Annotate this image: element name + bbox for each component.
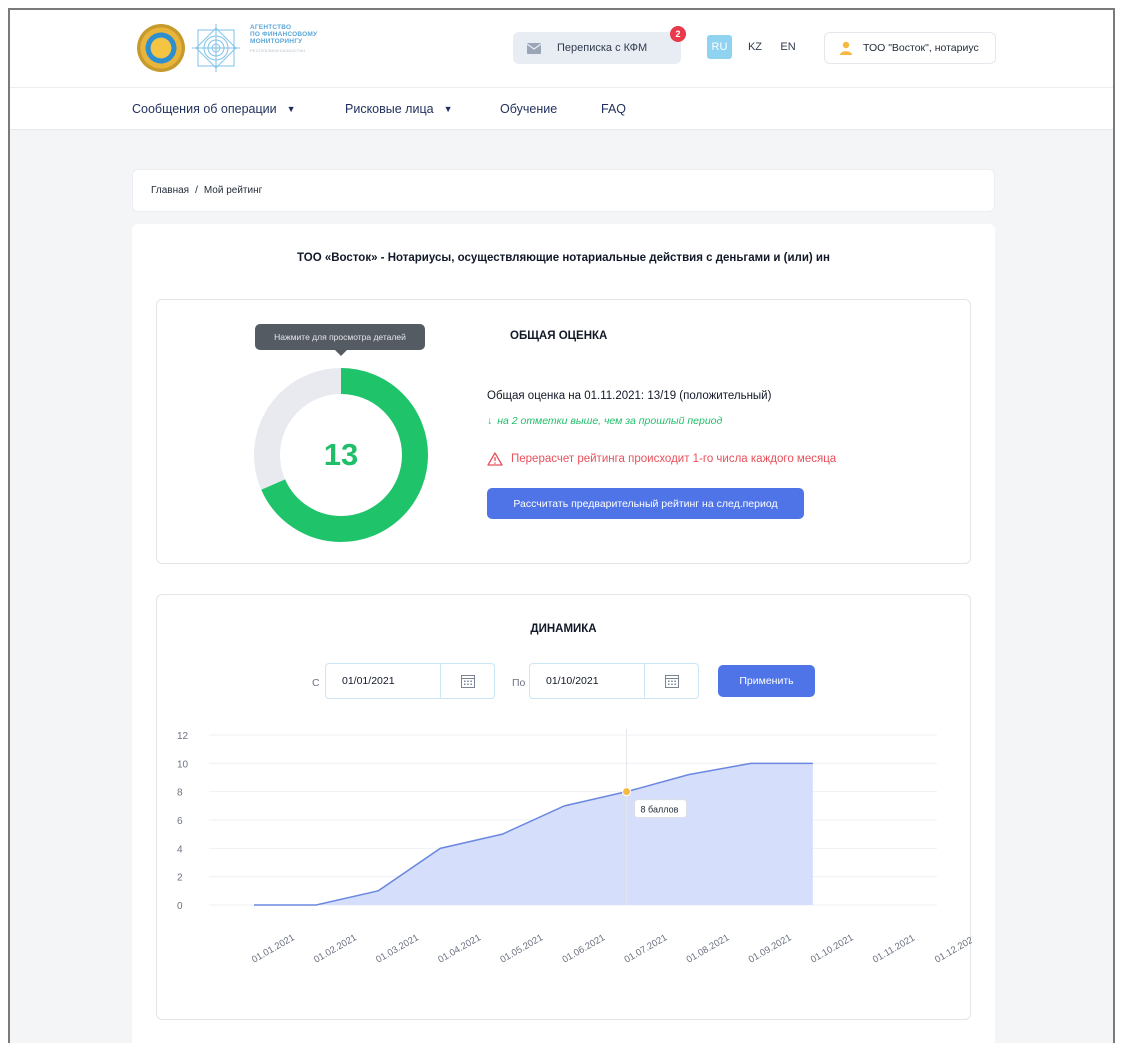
calendar-icon[interactable] (440, 664, 494, 698)
x-tick-label: 01.10.2021 (809, 932, 856, 965)
kfm-correspondence-button[interactable]: Переписка с КФМ (513, 32, 681, 64)
mail-icon (527, 42, 541, 54)
score-summary: Общая оценка на 01.11.2021: 13/19 (полож… (487, 390, 772, 402)
score-heading: ОБЩАЯ ОЦЕНКА (510, 330, 608, 342)
chevron-down-icon: ▼ (286, 104, 296, 114)
lang-en-button[interactable]: EN (776, 35, 800, 59)
y-tick-label: 10 (177, 759, 189, 770)
x-tick-label: 01.11.2021 (871, 933, 917, 966)
breadcrumb-home-link[interactable]: Главная (151, 185, 189, 196)
details-tooltip: Нажмите для просмотра деталей (255, 324, 425, 356)
date-from-value[interactable]: 01/01/2021 (326, 675, 440, 687)
calc-preliminary-rating-button[interactable]: Рассчитать предварительный рейтинг на сл… (487, 488, 804, 519)
warning-text: Перерасчет рейтинга происходит 1-го числ… (511, 453, 837, 465)
x-tick-label: 01.09.2021 (747, 932, 794, 965)
nav-item-operations[interactable]: Сообщения об операции ▼ (132, 102, 296, 116)
kfm-button-label: Переписка с КФМ (557, 42, 648, 54)
top-bar: АГЕНТСТВО ПО ФИНАНСОВОМУ МОНИТОРИНГУ РЕС… (10, 10, 1113, 88)
date-from-label: С (312, 677, 320, 689)
apply-button[interactable]: Применить (718, 665, 815, 697)
state-emblem-logo (137, 24, 185, 72)
x-tick-label: 01.03.2021 (374, 932, 421, 965)
kfm-unread-badge: 2 (670, 26, 686, 42)
rating-card: ТОО «Восток» - Нотариусы, осуществляющие… (132, 224, 995, 1043)
logo-text-line3: МОНИТОРИНГУ (250, 38, 303, 45)
y-tick-label: 4 (177, 844, 183, 855)
y-tick-label: 12 (177, 731, 189, 742)
date-from-field[interactable]: 01/01/2021 (325, 663, 495, 699)
warning-icon (487, 452, 503, 466)
calendar-icon[interactable] (644, 664, 698, 698)
nav-item-label: Обучение (500, 102, 558, 116)
logo-text-line2: ПО ФИНАНСОВОМУ (250, 31, 318, 38)
y-tick-label: 8 (177, 788, 183, 799)
x-tick-label: 01.07.2021 (623, 932, 670, 965)
x-tick-label: 01.06.2021 (560, 932, 607, 965)
dynamics-heading: ДИНАМИКА (530, 623, 597, 635)
highlight-point (622, 787, 632, 797)
date-to-field[interactable]: 01/10/2021 (529, 663, 699, 699)
recalc-warning: Перерасчет рейтинга происходит 1-го числ… (487, 452, 836, 466)
app-window: АГЕНТСТВО ПО ФИНАНСОВОМУ МОНИТОРИНГУ РЕС… (8, 8, 1115, 1043)
x-tick-label: 01.01.2021 (250, 932, 297, 965)
point-tooltip-label: 8 баллов (641, 805, 679, 815)
lang-kz-button[interactable]: KZ (743, 35, 767, 59)
y-tick-label: 0 (177, 901, 183, 912)
nav-item-faq[interactable]: FAQ (601, 102, 626, 116)
afm-logo-text: АГЕНТСТВО ПО ФИНАНСОВОМУ МОНИТОРИНГУ РЕС… (250, 24, 360, 54)
area-fill (254, 763, 813, 905)
dynamics-card: ДИНАМИКА С 01/01/2021 По 01/10/2021 Прим… (156, 594, 972, 1020)
breadcrumb: Главная / Мой рейтинг (132, 169, 995, 212)
breadcrumb-separator: / (195, 185, 198, 196)
score-value: 13 (323, 437, 359, 472)
user-icon (840, 41, 852, 55)
date-to-value[interactable]: 01/10/2021 (530, 675, 644, 687)
breadcrumb-current: Мой рейтинг (203, 185, 263, 196)
y-tick-label: 6 (177, 816, 183, 827)
nav-item-risk-persons[interactable]: Рисковые лица ▼ (345, 102, 453, 116)
nav-item-training[interactable]: Обучение (500, 102, 557, 116)
nav-item-label: Рисковые лица (345, 102, 434, 116)
lang-ru-button[interactable]: RU (707, 35, 732, 59)
x-tick-label: 01.12.2021 (933, 932, 972, 965)
user-profile-button[interactable]: ТОО "Восток", нотариус (824, 32, 996, 64)
trend-arrow-icon: ↓ (487, 415, 493, 427)
x-tick-label: 01.02.2021 (312, 932, 359, 965)
x-tick-label: 01.04.2021 (436, 932, 483, 965)
user-label: ТОО "Восток", нотариус (863, 42, 979, 54)
date-to-label: По (512, 677, 526, 689)
score-trend: ↓ на 2 отметки выше, чем за прошлый пери… (487, 415, 722, 427)
dynamics-chart: 0 2 4 6 8 10 12 8 баллов 01.01.2021 01.02.2021 01.… (177, 729, 972, 966)
trend-text: на 2 отметки выше, чем за прошлый период (497, 415, 723, 427)
company-title: ТОО «Восток» - Нотариусы, осуществляющие… (297, 252, 830, 264)
afm-logo-icon (192, 24, 240, 72)
nav-item-label: Сообщения об операции (132, 102, 277, 116)
logo-small-text: РЕСПУБЛИКИ КАЗАХСТАН (250, 48, 306, 53)
nav-item-label: FAQ (601, 102, 627, 116)
chevron-down-icon: ▼ (443, 104, 453, 114)
score-card: Нажмите для просмотра деталей 13 ОБЩАЯ О… (156, 299, 971, 564)
logo-text-line1: АГЕНТСТВО (250, 24, 292, 31)
x-tick-label: 01.05.2021 (498, 932, 545, 965)
y-tick-label: 2 (177, 873, 183, 884)
x-tick-label: 01.08.2021 (685, 932, 732, 965)
